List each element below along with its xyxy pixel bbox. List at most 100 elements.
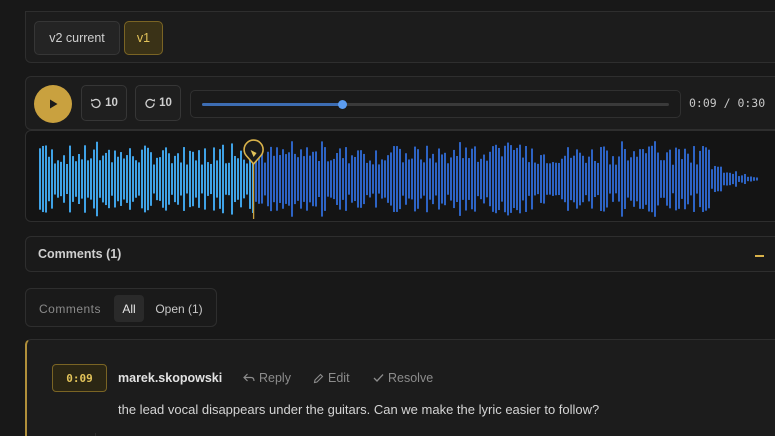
rewind-icon (91, 98, 101, 109)
skip-forward-label: 10 (159, 97, 172, 109)
waveform-bar (276, 147, 278, 211)
waveform-bar (504, 145, 506, 213)
waveform-bar (282, 149, 284, 209)
waveform-bar (378, 164, 380, 194)
comments-header[interactable]: Comments (1) (25, 236, 775, 272)
check-icon (373, 374, 384, 382)
waveform-bar (273, 155, 275, 203)
waveform-bar (96, 141, 98, 217)
waveform-bar (576, 149, 578, 209)
waveform-bar (222, 144, 224, 214)
seek-thumb[interactable] (338, 100, 348, 109)
waveform-bar (696, 164, 698, 194)
waveform-bar (372, 164, 374, 194)
waveform-bar (345, 147, 347, 211)
comment-timestamp-badge[interactable]: 0:09 (52, 364, 107, 392)
minus-icon[interactable] (755, 255, 764, 257)
waveform-bar (675, 147, 677, 211)
waveform-bar (210, 163, 212, 195)
waveform-bar (198, 150, 200, 208)
waveform-bar (171, 163, 173, 195)
waveform-bar (150, 152, 152, 206)
waveform-bar (747, 176, 749, 182)
waveform-bar (333, 158, 335, 200)
waveform-bar (684, 148, 686, 210)
tab-open[interactable]: Open (1) (148, 295, 210, 322)
waveform-bar (600, 147, 602, 211)
waveform-bar (435, 162, 437, 196)
waveform-bar (699, 150, 701, 208)
waveform-bar (288, 152, 290, 206)
waveform-bar (531, 148, 533, 210)
waveform-bar (219, 149, 221, 209)
waveform-bar (498, 147, 500, 211)
waveform-bar (99, 160, 101, 198)
waveform-bar (174, 155, 176, 203)
waveform-bar (615, 164, 617, 194)
resolve-button[interactable]: Resolve (373, 371, 433, 385)
waveform-bar (159, 157, 161, 201)
waveform-bar (603, 146, 605, 212)
waveform-bar (306, 147, 308, 211)
waveform-bar (522, 157, 524, 201)
play-button[interactable] (34, 85, 72, 123)
waveform-bar (138, 162, 140, 196)
edit-button[interactable]: Edit (313, 371, 350, 385)
waveform-bar (342, 158, 344, 200)
waveform-bar (477, 161, 479, 197)
waveform-bar (384, 160, 386, 198)
waveform-canvas[interactable] (26, 131, 775, 223)
tab-all[interactable]: All (114, 295, 144, 322)
waveform-bar (396, 146, 398, 212)
waveform-bar (450, 157, 452, 201)
waveform-bar (609, 164, 611, 194)
waveform-bar (123, 158, 125, 200)
comment-filter-tabs: Comments All Open (1) (25, 288, 217, 327)
waveform-bar (57, 160, 59, 198)
waveform-bar (63, 155, 65, 203)
version-v2-button[interactable]: v2 current (34, 21, 120, 55)
skip-forward-button[interactable]: 10 (135, 85, 181, 121)
waveform-bar (225, 163, 227, 195)
waveform-bar (168, 153, 170, 205)
reply-button[interactable]: Reply (243, 371, 291, 385)
waveform-bar (78, 153, 80, 205)
version-v1-button[interactable]: v1 (124, 21, 163, 55)
waveform-bar (360, 150, 362, 208)
waveform-bar (120, 152, 122, 206)
waveform-bar (657, 152, 659, 206)
waveform-bar (552, 162, 554, 196)
waveform-bar (258, 154, 260, 204)
waveform-bar (192, 151, 194, 207)
waveform-bar (228, 162, 230, 196)
waveform-bar (453, 149, 455, 209)
waveform-bar (90, 158, 92, 200)
waveform-bar (291, 141, 293, 217)
waveform-bar (501, 156, 503, 202)
seek-bar[interactable] (190, 90, 681, 118)
waveform-bar (690, 162, 692, 196)
waveform-bar (753, 177, 755, 181)
waveform-bar (267, 151, 269, 207)
waveform-bar (270, 146, 272, 212)
waveform-bar (348, 163, 350, 195)
waveform-bar (681, 159, 683, 199)
waveform-bar (651, 145, 653, 213)
waveform-bar (300, 149, 302, 209)
skip-back-button[interactable]: 10 (81, 85, 127, 121)
waveform[interactable] (25, 130, 775, 222)
waveform-bar (213, 147, 215, 211)
waveform-bar (420, 159, 422, 199)
waveform-bar (555, 162, 557, 196)
waveform-bar (84, 145, 86, 213)
waveform-bar (141, 149, 143, 209)
waveform-bar (105, 152, 107, 206)
waveform-bar (660, 160, 662, 198)
waveform-bar (69, 145, 71, 213)
waveform-bar (672, 164, 674, 194)
seek-track[interactable] (202, 100, 669, 109)
waveform-bar (489, 151, 491, 207)
waveform-bar (507, 142, 509, 216)
waveform-bar (66, 163, 68, 195)
waveform-bar (381, 159, 383, 199)
